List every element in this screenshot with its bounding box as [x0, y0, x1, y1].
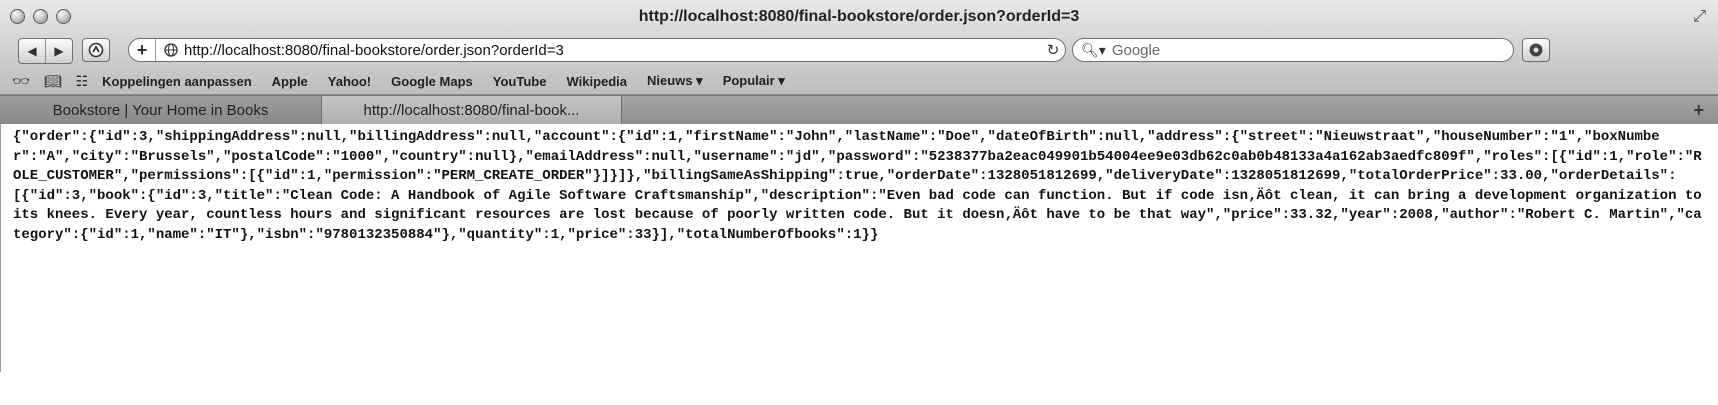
forward-button[interactable]: ▶: [45, 39, 72, 63]
reload-icon[interactable]: ↻: [1041, 41, 1065, 59]
browser-window: http://localhost:8080/final-bookstore/or…: [0, 0, 1718, 405]
bookmark-item[interactable]: Google Maps: [391, 74, 473, 89]
back-arrow-icon: ◀: [27, 44, 37, 58]
title-bar: http://localhost:8080/final-bookstore/or…: [0, 0, 1718, 34]
globe-icon: [164, 43, 178, 57]
bookmark-item[interactable]: Koppelingen aanpassen: [102, 74, 252, 89]
bookmark-item[interactable]: Apple: [272, 74, 308, 89]
page-content: {"order":{"id":3,"shippingAddress":null,…: [0, 124, 1718, 372]
tab-bookstore[interactable]: Bookstore | Your Home in Books: [0, 96, 322, 124]
tab-bar: Bookstore | Your Home in Books http://lo…: [0, 95, 1718, 124]
tab-order-json[interactable]: http://localhost:8080/final-book...: [322, 96, 622, 124]
bookmark-folder-news[interactable]: Nieuws ▾: [647, 73, 703, 89]
bookmarks-bar: 👓︎ 📖︎ ☷ Koppelingen aanpassen Apple Yaho…: [0, 68, 1718, 94]
bookmark-folder-popular[interactable]: Populair ▾: [723, 73, 785, 89]
fullscreen-icon[interactable]: ⤢: [1693, 8, 1706, 26]
page-menu-button[interactable]: [1522, 38, 1550, 62]
search-field[interactable]: 🔍︎▾ Google: [1072, 38, 1514, 62]
search-icon: 🔍︎▾: [1081, 41, 1106, 58]
bookmarks-book-icon[interactable]: 📖︎: [44, 73, 62, 90]
add-bookmark-icon[interactable]: +: [129, 39, 156, 61]
bookmark-item[interactable]: Yahoo!: [328, 74, 371, 89]
back-forward-group: ◀ ▶: [18, 38, 73, 64]
new-tab-icon[interactable]: +: [1693, 100, 1704, 121]
forward-arrow-icon: ▶: [54, 44, 64, 58]
back-button[interactable]: ◀: [19, 39, 45, 63]
address-bar[interactable]: + http://localhost:8080/final-bookstore/…: [128, 38, 1066, 62]
snapback-icon: [88, 42, 104, 58]
snapback-button[interactable]: [82, 38, 110, 62]
browser-chrome: http://localhost:8080/final-bookstore/or…: [0, 0, 1718, 95]
top-sites-grid-icon[interactable]: ☷: [76, 73, 89, 90]
bookmark-item[interactable]: YouTube: [493, 74, 547, 89]
navigation-toolbar: ◀ ▶ + http://localhost:8080/final-bookst…: [0, 34, 1718, 68]
reading-list-icon[interactable]: 👓︎: [12, 73, 30, 90]
window-title: http://localhost:8080/final-bookstore/or…: [638, 8, 1080, 25]
bookmark-item[interactable]: Wikipedia: [566, 74, 627, 89]
json-response-text: {"order":{"id":3,"shippingAddress":null,…: [13, 129, 1711, 243]
search-input[interactable]: Google: [1112, 42, 1160, 59]
gear-icon: [1529, 43, 1543, 57]
address-input[interactable]: http://localhost:8080/final-bookstore/or…: [184, 42, 1041, 59]
